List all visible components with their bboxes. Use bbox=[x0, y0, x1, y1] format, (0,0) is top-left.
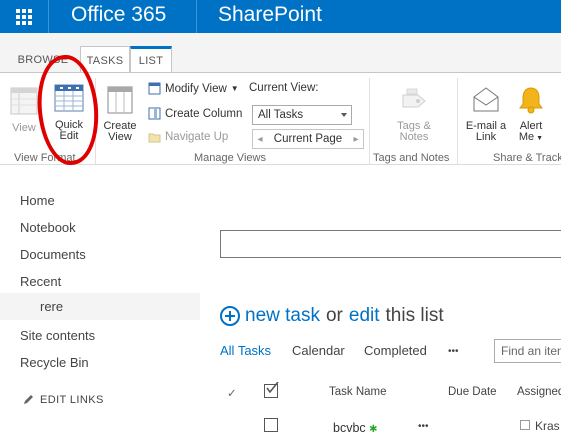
navigate-up-icon bbox=[148, 133, 161, 143]
chevron-down-icon: ▼ bbox=[536, 135, 544, 142]
tag-icon bbox=[402, 88, 426, 108]
nav-item-notebook[interactable]: Notebook bbox=[20, 220, 76, 235]
modify-view-icon bbox=[148, 82, 161, 95]
current-page-label: Current Page bbox=[273, 133, 343, 145]
tab-tasks[interactable]: TASKS bbox=[80, 46, 130, 73]
email-link-button[interactable]: E-mail a Link bbox=[463, 85, 509, 143]
site-search-input[interactable] bbox=[220, 230, 561, 258]
new-item-icon: ✱ bbox=[369, 424, 378, 435]
alert-me-button[interactable]: Alert Me ▼ bbox=[513, 85, 549, 144]
nav-item-documents[interactable]: Documents bbox=[20, 247, 86, 262]
create-column-icon bbox=[148, 107, 161, 120]
alert-me-label-line2: Me bbox=[518, 131, 535, 143]
task-name-link[interactable]: bcvbc bbox=[333, 421, 366, 435]
current-view-select[interactable]: All Tasks bbox=[252, 105, 352, 125]
nav-item-recycle-bin[interactable]: Recycle Bin bbox=[20, 355, 89, 370]
nav-item-home[interactable]: Home bbox=[20, 193, 55, 208]
bell-icon bbox=[519, 87, 543, 114]
new-task-link[interactable]: new task bbox=[245, 305, 320, 327]
suite-site-name[interactable]: SharePoint bbox=[218, 3, 322, 27]
view-tab-calendar[interactable]: Calendar bbox=[292, 343, 345, 358]
edit-links-button[interactable]: EDIT LINKS bbox=[22, 394, 104, 406]
tags-notes-button[interactable]: Tags & Notes bbox=[391, 85, 437, 143]
app-launcher-icon[interactable] bbox=[16, 9, 32, 25]
prev-page-icon[interactable]: ◂ bbox=[253, 134, 267, 145]
new-task-or: or bbox=[325, 305, 343, 326]
nav-item-recent[interactable]: Recent bbox=[20, 274, 61, 289]
group-label-share-track: Share & Track bbox=[493, 152, 561, 164]
select-all-checkbox[interactable] bbox=[264, 382, 279, 398]
nav-item-site-contents[interactable]: Site contents bbox=[20, 328, 95, 343]
modify-view-button[interactable]: Modify View ▼ bbox=[148, 82, 239, 95]
row-checkbox[interactable] bbox=[264, 418, 278, 432]
row-menu-ellipsis[interactable]: ••• bbox=[418, 421, 429, 432]
assigned-cell[interactable]: Kras bbox=[535, 419, 560, 433]
create-column-label: Create Column bbox=[165, 107, 243, 120]
task-name-cell[interactable]: bcvbc ✱ bbox=[333, 421, 378, 435]
create-view-button[interactable]: Create View bbox=[101, 85, 139, 143]
assigned-presence-icon bbox=[520, 420, 530, 430]
new-task-suffix: this list bbox=[385, 305, 444, 326]
view-button[interactable]: View bbox=[6, 85, 42, 134]
left-navigation: Home Notebook Documents Recent rere Site… bbox=[0, 165, 200, 439]
current-view-value: All Tasks bbox=[258, 109, 304, 121]
current-page-pager: ◂ Current Page ▸ bbox=[252, 129, 364, 149]
more-views-ellipsis[interactable]: ••• bbox=[448, 346, 459, 357]
view-icon bbox=[10, 87, 38, 115]
chevron-down-icon bbox=[341, 113, 347, 117]
tab-list[interactable]: LIST bbox=[130, 46, 172, 73]
create-view-icon bbox=[107, 86, 133, 114]
suite-bar: Office 365 SharePoint bbox=[0, 0, 561, 33]
checkmark-icon bbox=[266, 382, 279, 394]
chevron-down-icon: ▼ bbox=[230, 84, 239, 93]
pencil-icon bbox=[24, 395, 33, 404]
find-item-input[interactable]: Find an item bbox=[494, 339, 561, 363]
column-header-assigned[interactable]: Assigned bbox=[517, 386, 561, 398]
edit-links-label: EDIT LINKS bbox=[40, 394, 104, 406]
envelope-icon bbox=[473, 87, 499, 112]
edit-list-link[interactable]: edit bbox=[349, 305, 380, 327]
next-page-icon[interactable]: ▸ bbox=[349, 134, 363, 145]
add-circle-icon[interactable] bbox=[220, 306, 240, 326]
navigate-up-button[interactable]: Navigate Up bbox=[148, 130, 228, 143]
suite-app-name[interactable]: Office 365 bbox=[71, 3, 166, 27]
column-header-task-name[interactable]: Task Name bbox=[329, 386, 387, 398]
group-label-tags-notes: Tags and Notes bbox=[373, 152, 450, 164]
column-header-check: ✓ bbox=[227, 388, 237, 400]
nav-item-rere-label: rere bbox=[40, 299, 64, 314]
current-view-label: Current View: bbox=[249, 82, 319, 94]
column-header-due-date[interactable]: Due Date bbox=[448, 386, 497, 398]
create-view-label-line2: View bbox=[108, 131, 132, 143]
tags-notes-label-line2: Notes bbox=[399, 131, 429, 143]
nav-item-rere[interactable]: rere bbox=[0, 293, 200, 320]
create-column-button[interactable]: Create Column bbox=[148, 107, 242, 120]
group-label-manage-views: Manage Views bbox=[194, 152, 266, 164]
modify-view-label: Modify View bbox=[165, 82, 227, 95]
view-tab-all-tasks[interactable]: All Tasks bbox=[220, 343, 271, 358]
email-link-label-line2: Link bbox=[475, 131, 497, 143]
new-task-bar: new task or edit this list bbox=[220, 305, 444, 327]
view-tab-completed[interactable]: Completed bbox=[364, 343, 427, 358]
navigate-up-label: Navigate Up bbox=[165, 130, 229, 143]
view-button-label: View bbox=[12, 122, 36, 134]
